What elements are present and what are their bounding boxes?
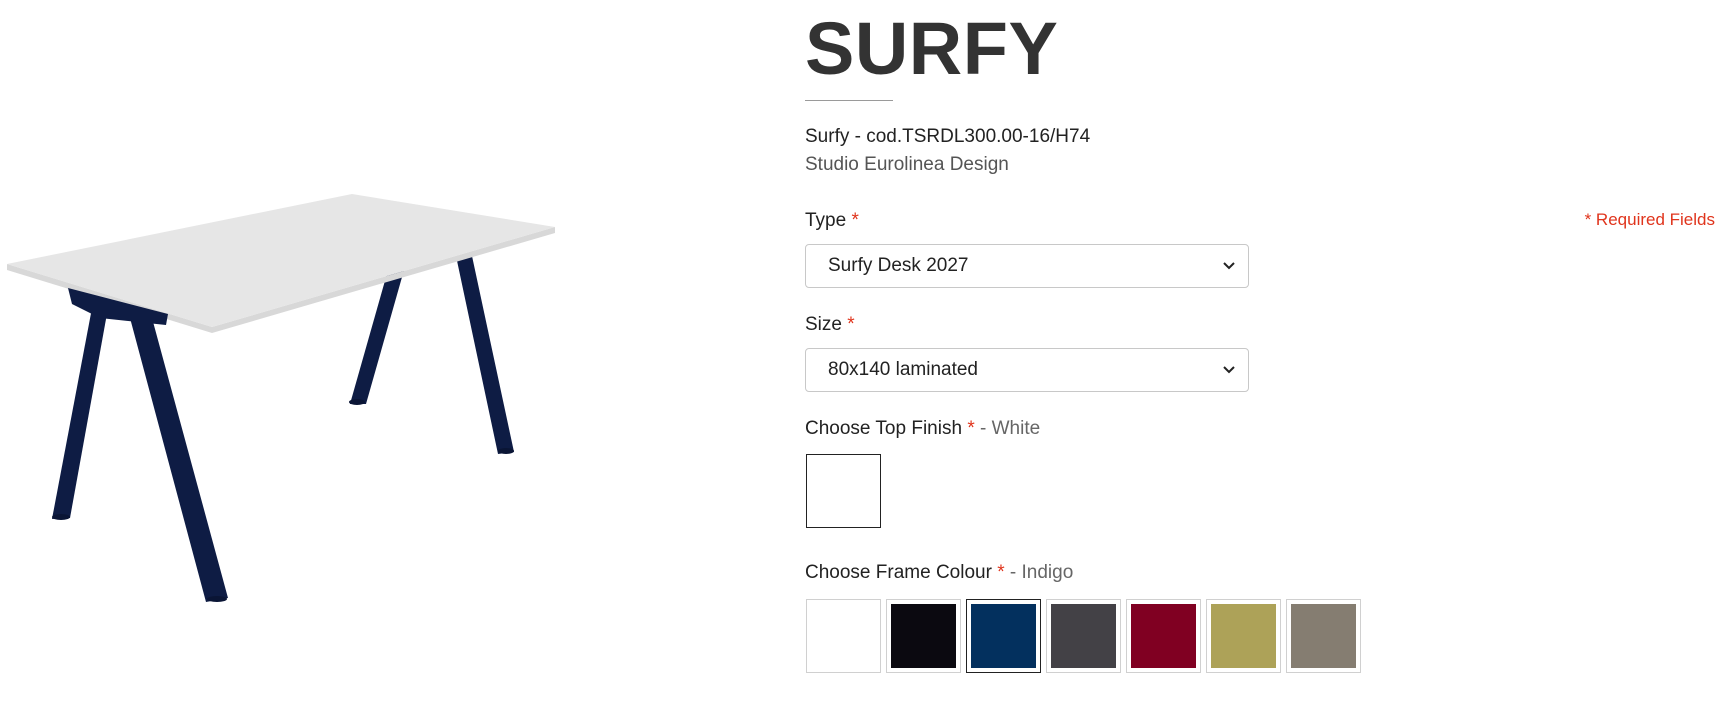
required-fields-note: * Required Fields: [1584, 210, 1715, 229]
top-finish-swatch-white[interactable]: [806, 454, 881, 528]
frame-colour-swatch-white[interactable]: [806, 599, 881, 673]
swatch-color-chip: [1291, 604, 1356, 668]
chevron-down-icon: [1223, 366, 1235, 374]
product-title: SURFY: [805, 7, 1059, 90]
required-asterisk: *: [851, 210, 859, 231]
size-select-value: 80x140 laminated: [828, 359, 978, 380]
top-finish-label: Choose Top Finish * - White: [805, 418, 1040, 440]
product-image: [0, 0, 760, 707]
frame-colour-swatch-taupe[interactable]: [1286, 599, 1361, 673]
product-designer: Studio Eurolinea Design: [805, 154, 1009, 175]
swatch-color-chip: [1051, 604, 1116, 668]
top-finish-label-text: Choose Top Finish: [805, 418, 963, 439]
title-divider: [805, 100, 893, 101]
frame-colour-swatch-black[interactable]: [886, 599, 961, 673]
swatch-color-chip: [971, 604, 1036, 668]
required-asterisk: *: [997, 562, 1005, 583]
back-right-leg: [456, 256, 514, 454]
size-label: Size *: [805, 314, 855, 336]
chevron-down-icon: [1223, 262, 1235, 270]
swatch-color-chip: [811, 459, 876, 523]
required-asterisk: *: [967, 418, 975, 439]
frame-colour-label-text: Choose Frame Colour: [805, 562, 992, 583]
frame-colour-swatches: [806, 599, 1361, 673]
frame-colour-label: Choose Frame Colour * - Indigo: [805, 562, 1073, 584]
desk-illustration: [7, 194, 555, 602]
top-finish-swatches: [806, 454, 881, 528]
front-right-leg: [130, 318, 228, 602]
type-label: Type *: [805, 210, 859, 232]
swatch-color-chip: [891, 604, 956, 668]
product-details: SURFY Surfy - cod.TSRDL300.00-16/H74 Stu…: [805, 0, 1715, 707]
type-select-value: Surfy Desk 2027: [828, 255, 969, 276]
frame-colour-swatch-anthracite[interactable]: [1046, 599, 1121, 673]
front-left-leg: [52, 308, 108, 519]
frame-colour-swatch-olive[interactable]: [1206, 599, 1281, 673]
type-select[interactable]: Surfy Desk 2027: [805, 244, 1249, 288]
frame-colour-selected: - Indigo: [1009, 562, 1074, 583]
required-asterisk: *: [847, 314, 855, 335]
size-label-text: Size: [805, 314, 842, 335]
size-select[interactable]: 80x140 laminated: [805, 348, 1249, 392]
swatch-color-chip: [1211, 604, 1276, 668]
frame-colour-swatch-red[interactable]: [1126, 599, 1201, 673]
top-finish-selected: - White: [980, 418, 1041, 439]
frame-colour-swatch-indigo[interactable]: [966, 599, 1041, 673]
swatch-color-chip: [811, 604, 876, 668]
product-code: Surfy - cod.TSRDL300.00-16/H74: [805, 126, 1091, 147]
type-label-text: Type: [805, 210, 847, 231]
swatch-color-chip: [1131, 604, 1196, 668]
